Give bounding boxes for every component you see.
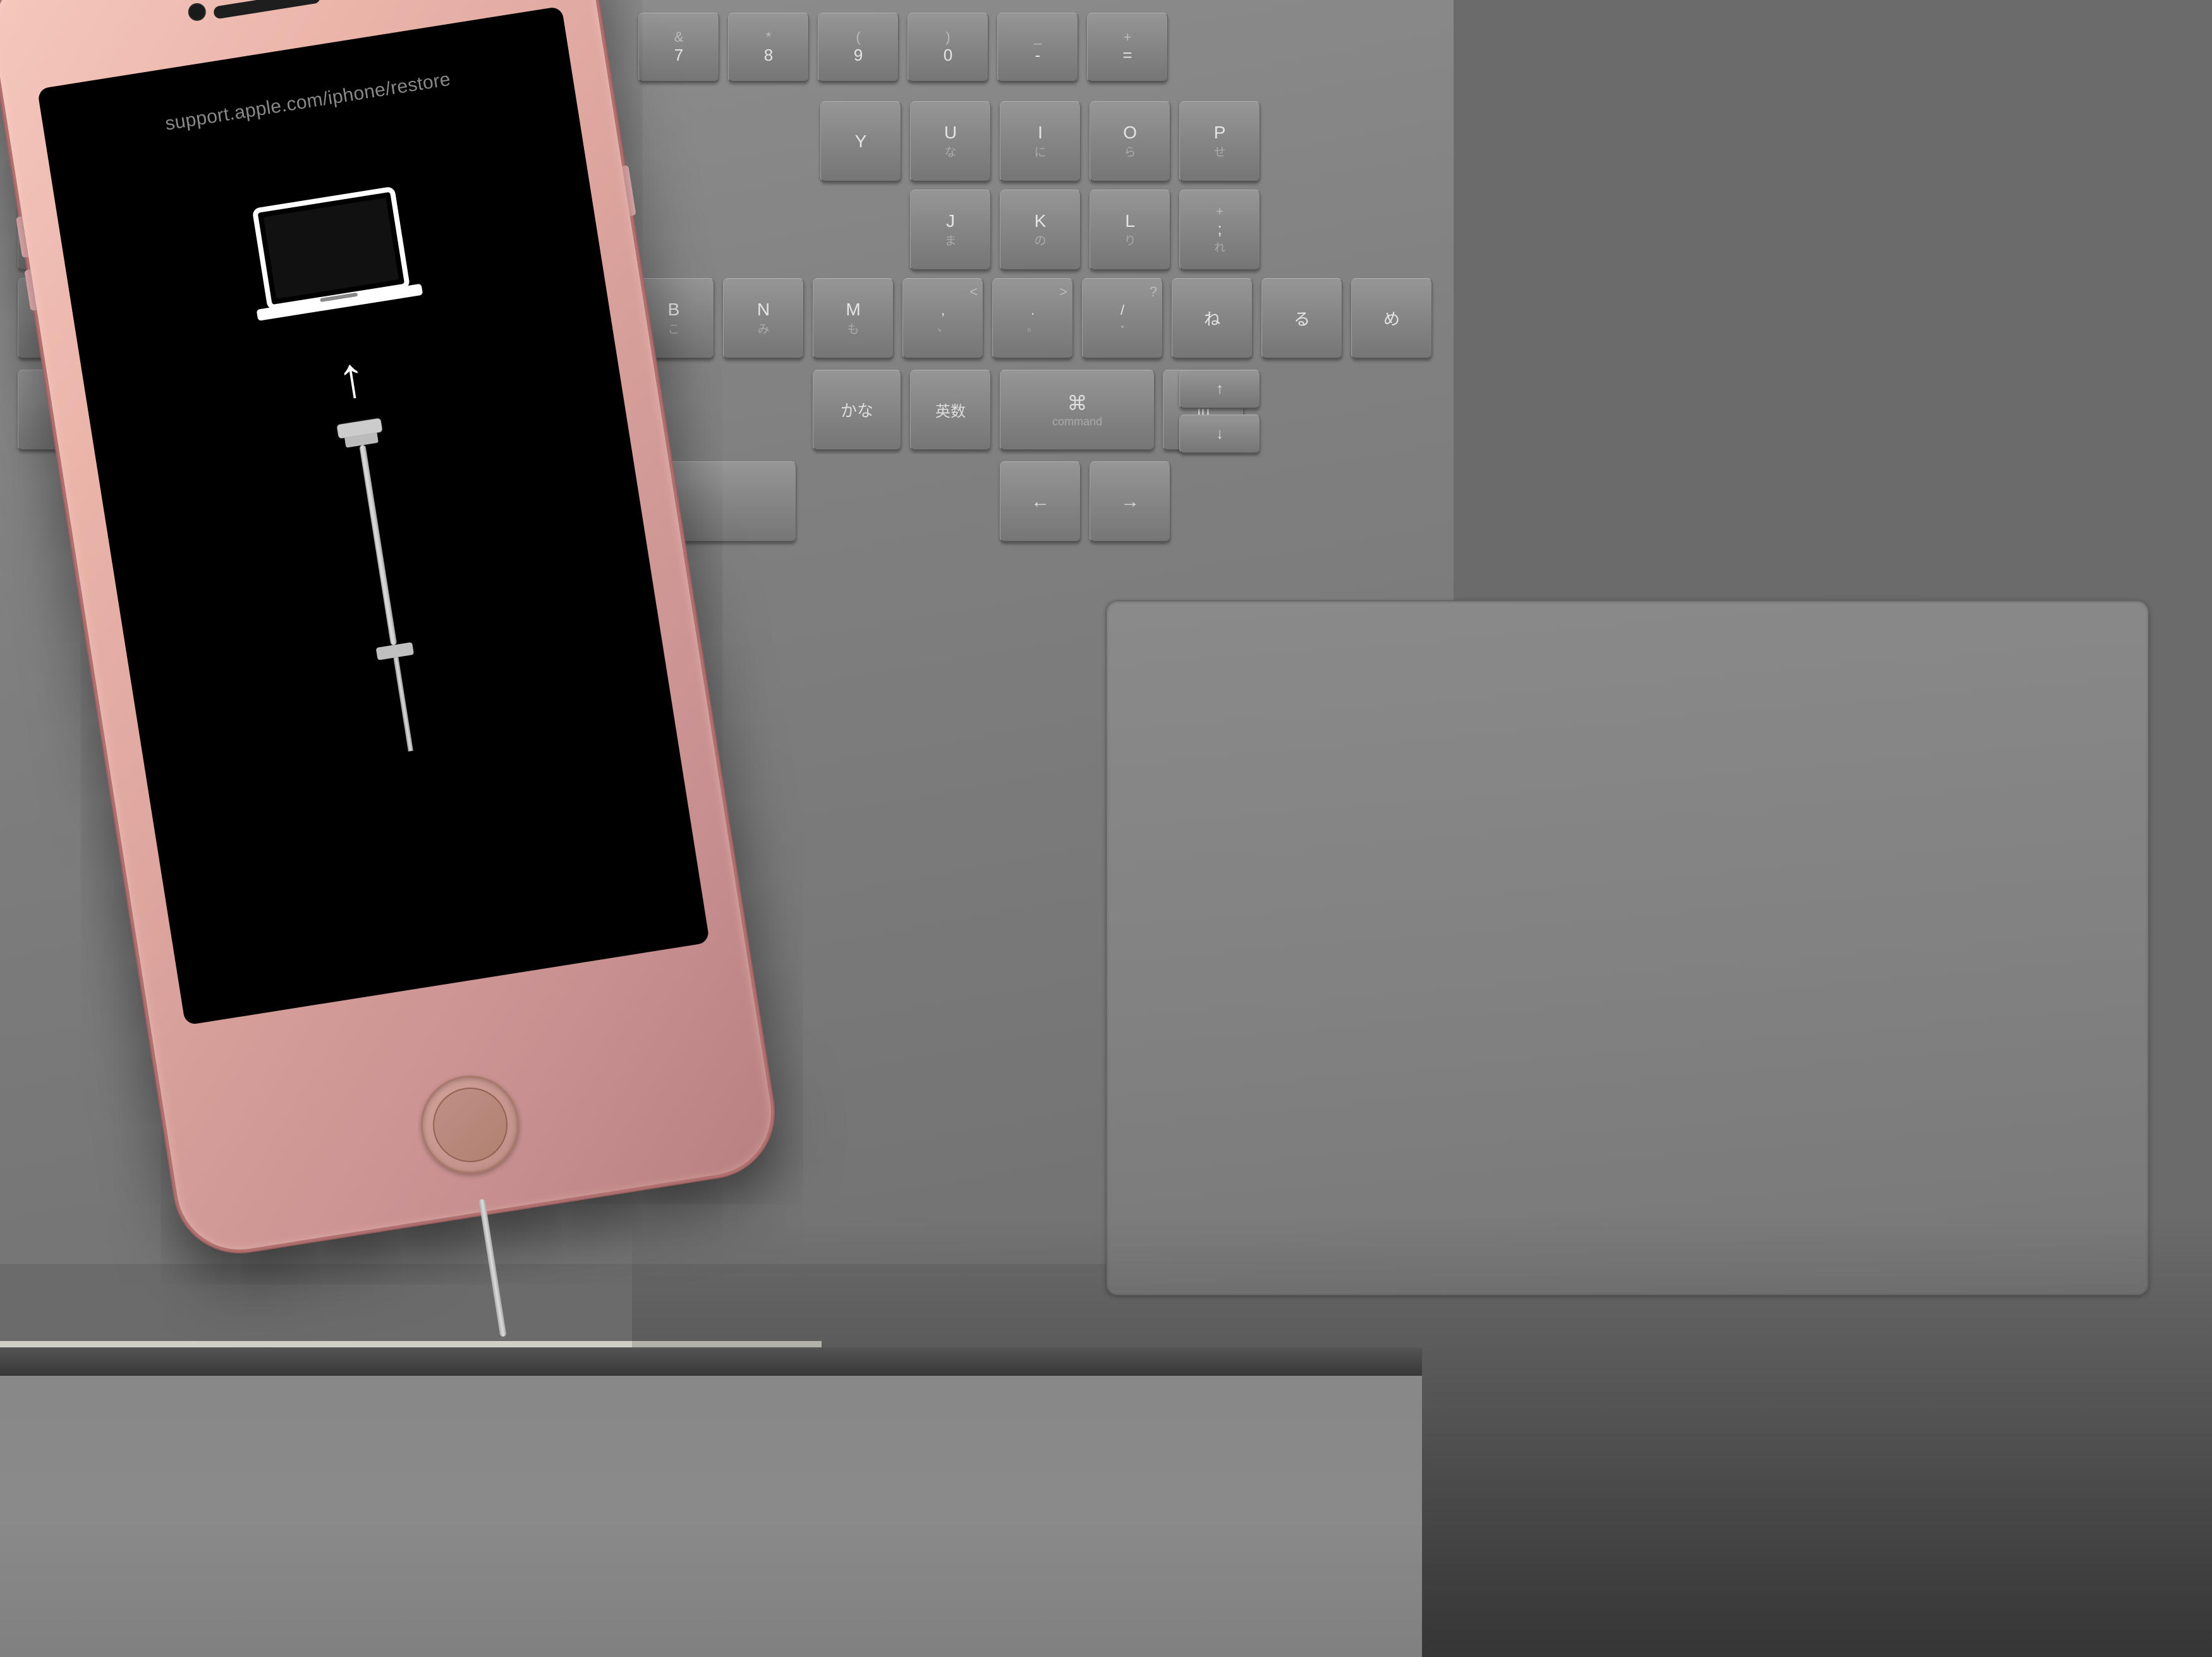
scene-container: shift Z つ X さ C そ V B こ N み M も < , 、 xyxy=(0,0,2212,1657)
trackpad[interactable] xyxy=(1106,600,2149,1296)
macbook-bezel-bottom xyxy=(0,1347,1422,1379)
key-arrow-down[interactable]: ↓ xyxy=(1179,415,1260,454)
key-top-j[interactable]: J ま xyxy=(910,190,991,270)
key-slash[interactable]: ? / ・ xyxy=(1082,278,1163,359)
key-equal[interactable]: + = xyxy=(1087,13,1168,82)
key-ru[interactable]: る xyxy=(1261,278,1342,359)
key-y[interactable]: Y xyxy=(820,101,901,182)
key-u[interactable]: U な xyxy=(910,101,991,182)
key-0[interactable]: ) 0 xyxy=(908,13,988,82)
key-8[interactable]: * 8 xyxy=(728,13,809,82)
key-p[interactable]: P せ xyxy=(1179,101,1260,182)
key-top-l[interactable]: L り xyxy=(1090,190,1170,270)
macbook-aluminum-bottom xyxy=(0,1376,1422,1657)
key-arrow-up[interactable]: ↑ xyxy=(1179,370,1260,409)
key-command[interactable]: ⌘ command xyxy=(1000,370,1155,451)
key-bottom-far[interactable]: め xyxy=(1351,278,1432,359)
key-9[interactable]: ( 9 xyxy=(818,13,899,82)
arrow-up-icon: ↑ xyxy=(333,348,370,408)
restore-url: support.apple.com/iphone/restore xyxy=(164,69,452,135)
lightning-cable-icon xyxy=(337,418,433,754)
key-m[interactable]: M も xyxy=(813,278,894,359)
key-ne[interactable]: ね xyxy=(1172,278,1253,359)
key-n[interactable]: N み xyxy=(723,278,804,359)
key-kana[interactable]: かな xyxy=(813,370,901,451)
key-period[interactable]: > . 。 xyxy=(992,278,1073,359)
key-eisuu[interactable]: 英数 xyxy=(910,370,991,451)
key-7[interactable]: & 7 xyxy=(638,13,719,82)
key-comma[interactable]: < , 、 xyxy=(902,278,983,359)
key-top-k[interactable]: K の xyxy=(1000,190,1081,270)
key-i[interactable]: I に xyxy=(1000,101,1081,182)
key-top-backslash[interactable]: + ; れ xyxy=(1179,190,1260,270)
key-arrow-left[interactable]: ← xyxy=(1000,461,1081,542)
laptop-icon xyxy=(235,180,431,342)
key-arrow-right[interactable]: → xyxy=(1090,461,1170,542)
key-minus[interactable]: _ - xyxy=(997,13,1078,82)
key-o[interactable]: O ら xyxy=(1090,101,1170,182)
